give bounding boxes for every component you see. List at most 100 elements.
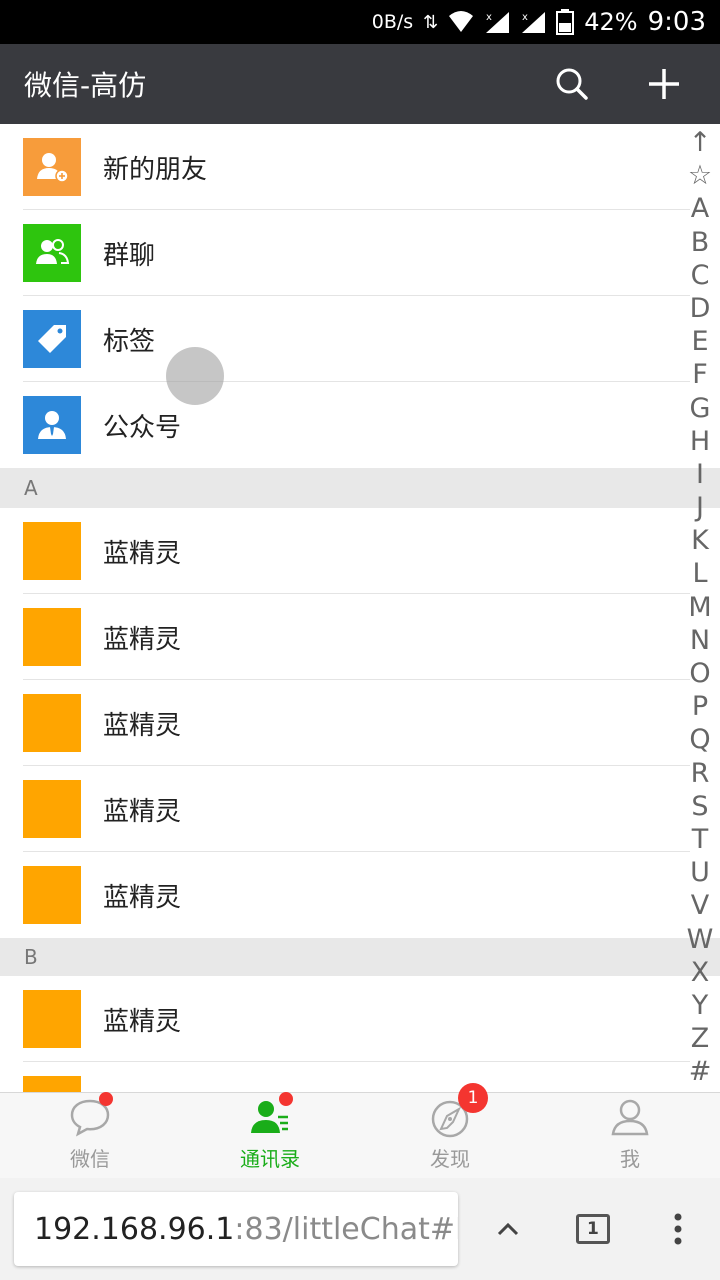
alpha-index-letter[interactable]: C bbox=[691, 259, 710, 292]
add-button[interactable] bbox=[618, 44, 710, 124]
contact-avatar bbox=[23, 608, 81, 666]
contact-row[interactable]: 蓝精灵 bbox=[0, 852, 720, 938]
contacts-icon bbox=[248, 1092, 293, 1139]
alpha-index-letter[interactable]: J bbox=[696, 491, 704, 524]
contact-name: 蓝精灵 bbox=[103, 1006, 182, 1037]
touch-indicator bbox=[166, 347, 224, 405]
tab-me-label: 我 bbox=[620, 1147, 640, 1171]
alpha-index-letter[interactable]: # bbox=[689, 1055, 712, 1088]
alpha-index-letter[interactable]: ↑ bbox=[689, 126, 712, 159]
alpha-index-letter[interactable]: M bbox=[688, 591, 711, 624]
alpha-index-letter[interactable]: B bbox=[691, 226, 710, 259]
url-path: :83/littleChat#M bbox=[234, 1211, 458, 1247]
contact-list[interactable]: 新的朋友 群聊 标签 公众号 A 蓝精灵 蓝精灵 蓝精灵 蓝精灵 蓝精灵 B 蓝… bbox=[0, 124, 720, 1092]
contact-row[interactable] bbox=[0, 1062, 720, 1092]
more-vert-icon bbox=[674, 1213, 682, 1245]
contact-row[interactable]: 蓝精灵 bbox=[0, 594, 720, 680]
alpha-index-letter[interactable]: V bbox=[691, 889, 709, 922]
url-bar[interactable]: 192.168.96.1:83/littleChat#M bbox=[14, 1192, 458, 1266]
alpha-index-letter[interactable]: L bbox=[692, 557, 707, 590]
battery-icon bbox=[556, 9, 575, 35]
contact-avatar bbox=[23, 694, 81, 752]
tab-chats[interactable]: 微信 bbox=[0, 1092, 180, 1178]
alpha-index-letter[interactable]: ☆ bbox=[688, 159, 712, 192]
clock: 9:03 bbox=[647, 7, 706, 37]
alpha-index-letter[interactable]: E bbox=[691, 325, 708, 358]
compass-icon: 1 bbox=[428, 1083, 488, 1139]
alpha-index-letter[interactable]: A bbox=[691, 192, 709, 225]
tags-item[interactable]: 标签 bbox=[0, 296, 720, 382]
group-chat-label: 群聊 bbox=[103, 240, 156, 271]
alpha-index-letter[interactable]: X bbox=[691, 956, 710, 989]
overflow-menu-button[interactable] bbox=[635, 1192, 720, 1266]
search-icon bbox=[556, 68, 588, 100]
contact-row[interactable]: 蓝精灵 bbox=[0, 976, 720, 1062]
contact-row[interactable]: 蓝精灵 bbox=[0, 680, 720, 766]
section-header-a: A bbox=[0, 468, 720, 508]
tab-chats-label: 微信 bbox=[70, 1147, 110, 1171]
alpha-index-letter[interactable]: T bbox=[692, 823, 709, 856]
signal-icon-2: x bbox=[522, 12, 546, 33]
unread-dot bbox=[99, 1092, 113, 1106]
tab-contacts[interactable]: 通讯录 bbox=[180, 1092, 360, 1178]
contact-row[interactable]: 蓝精灵 bbox=[0, 508, 720, 594]
tab-me[interactable]: 我 bbox=[540, 1093, 720, 1178]
battery-percent: 42% bbox=[584, 8, 638, 36]
alpha-index-letter[interactable]: Z bbox=[691, 1022, 710, 1055]
tab-discover-label: 发现 bbox=[430, 1147, 470, 1171]
unread-dot bbox=[279, 1092, 293, 1106]
contact-row[interactable]: 蓝精灵 bbox=[0, 766, 720, 852]
alpha-index-letter[interactable]: H bbox=[690, 425, 710, 458]
contact-avatar bbox=[23, 522, 81, 580]
group-chat-item[interactable]: 群聊 bbox=[0, 210, 720, 296]
contact-avatar bbox=[23, 990, 81, 1048]
alpha-index-letter[interactable]: R bbox=[691, 757, 710, 790]
alpha-index-letter[interactable]: F bbox=[692, 358, 708, 391]
browser-bar: 192.168.96.1:83/littleChat#M 1 bbox=[0, 1178, 720, 1280]
alpha-index-letter[interactable]: D bbox=[690, 292, 711, 325]
tag-icon bbox=[23, 310, 81, 368]
bottom-nav: 微信 通讯录 1 发现 我 bbox=[0, 1083, 720, 1178]
tab-contacts-label: 通讯录 bbox=[240, 1147, 300, 1171]
new-friend-icon bbox=[23, 138, 81, 196]
contact-name: 蓝精灵 bbox=[103, 796, 182, 827]
tab-discover[interactable]: 1 发现 bbox=[360, 1083, 540, 1178]
contact-avatar bbox=[23, 866, 81, 924]
alpha-index-letter[interactable]: I bbox=[696, 458, 704, 491]
network-speed: 0B/s bbox=[371, 11, 414, 33]
data-transfer-icon: ⇅ bbox=[423, 11, 439, 33]
alpha-index-letter[interactable]: Y bbox=[692, 989, 709, 1022]
new-friends-item[interactable]: 新的朋友 bbox=[0, 124, 720, 210]
contact-name: 蓝精灵 bbox=[103, 624, 182, 655]
alpha-index-letter[interactable]: N bbox=[690, 624, 710, 657]
tags-label: 标签 bbox=[103, 326, 156, 357]
contact-name: 蓝精灵 bbox=[103, 710, 182, 741]
alpha-index-letter[interactable]: G bbox=[690, 392, 711, 425]
status-bar: 0B/s ⇅ x x 42% 9:03 bbox=[0, 0, 720, 44]
contact-name: 蓝精灵 bbox=[103, 882, 182, 913]
alphabet-index[interactable]: ↑ ☆ A B C D E F G H I J K L M N O P Q R S T U V W X Y Z # bbox=[684, 124, 716, 1092]
notification-badge: 1 bbox=[458, 1083, 488, 1113]
svg-text:x: x bbox=[486, 12, 492, 23]
page-title: 微信-高仿 bbox=[24, 69, 147, 102]
official-accounts-label: 公众号 bbox=[103, 412, 182, 443]
chevron-up-icon bbox=[498, 1222, 519, 1236]
plus-icon bbox=[649, 69, 679, 99]
official-accounts-item[interactable]: 公众号 bbox=[0, 382, 720, 468]
section-header-b: B bbox=[0, 938, 720, 976]
signal-icon: x bbox=[486, 12, 510, 33]
alpha-index-letter[interactable]: P bbox=[692, 690, 708, 723]
search-button[interactable] bbox=[526, 44, 618, 124]
alpha-index-letter[interactable]: U bbox=[690, 856, 710, 889]
tabs-button[interactable]: 1 bbox=[551, 1192, 636, 1266]
alpha-index-letter[interactable]: Q bbox=[689, 723, 710, 756]
alpha-index-letter[interactable]: W bbox=[687, 923, 714, 956]
scroll-up-button[interactable] bbox=[466, 1192, 551, 1266]
alpha-index-letter[interactable]: S bbox=[691, 790, 708, 823]
alpha-index-letter[interactable]: O bbox=[689, 657, 710, 690]
new-friends-label: 新的朋友 bbox=[103, 154, 208, 185]
alpha-index-letter[interactable]: K bbox=[691, 524, 709, 557]
contact-avatar bbox=[23, 1076, 81, 1092]
contact-name: 蓝精灵 bbox=[103, 538, 182, 569]
title-bar: 微信-高仿 bbox=[0, 44, 720, 124]
